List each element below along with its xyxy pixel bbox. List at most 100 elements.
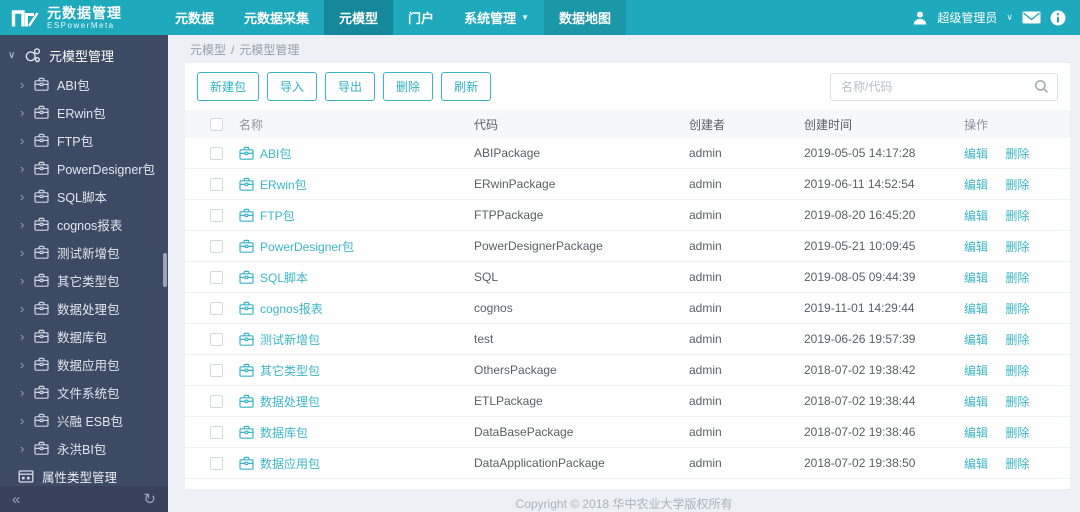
edit-link[interactable]: 编辑: [964, 209, 988, 223]
package-name-link[interactable]: PowerDesigner包: [260, 238, 354, 255]
delete-link[interactable]: 删除: [1005, 457, 1029, 471]
toolbar-button-5[interactable]: 刷新: [441, 72, 492, 101]
edit-link[interactable]: 编辑: [964, 395, 988, 409]
chevron-right-icon: ›: [20, 300, 25, 316]
refresh-icon[interactable]: ↻: [143, 492, 156, 507]
edit-link[interactable]: 编辑: [964, 302, 988, 316]
sidebar-item-label: 数据应用包: [57, 358, 120, 373]
delete-link[interactable]: 删除: [1005, 271, 1029, 285]
sidebar-item-label: 测试新增包: [57, 246, 120, 261]
collapse-sidebar-icon[interactable]: «: [12, 492, 20, 507]
row-checkbox[interactable]: [209, 394, 223, 408]
package-name-link[interactable]: cognos报表: [260, 300, 323, 317]
user-chevron-down-icon[interactable]: ∨: [1006, 12, 1013, 23]
chevron-right-icon: ›: [20, 356, 25, 372]
edit-link[interactable]: 编辑: [964, 333, 988, 347]
sidebar-item-9[interactable]: › 数据处理包: [0, 294, 168, 322]
row-checkbox[interactable]: [209, 363, 223, 377]
delete-link[interactable]: 删除: [1005, 209, 1029, 223]
nav-item-label: 系统管理: [464, 11, 517, 26]
delete-link[interactable]: 删除: [1005, 364, 1029, 378]
edit-link[interactable]: 编辑: [964, 178, 988, 192]
mail-icon[interactable]: [1022, 10, 1041, 25]
nav-item-label: 门户: [408, 11, 435, 26]
row-checkbox[interactable]: [209, 146, 223, 160]
row-checkbox[interactable]: [209, 177, 223, 191]
sidebar-item-5[interactable]: › SQL脚本: [0, 182, 168, 210]
package-icon: [239, 208, 254, 222]
edit-link[interactable]: 编辑: [964, 364, 988, 378]
sidebar-item-12[interactable]: › 文件系统包: [0, 378, 168, 406]
edit-link[interactable]: 编辑: [964, 271, 988, 285]
row-checkbox[interactable]: [209, 270, 223, 284]
sidebar-root-item[interactable]: ∨ 元模型管理: [0, 40, 168, 70]
nav-item-5[interactable]: 系统管理 ▼: [449, 0, 544, 35]
package-name-link[interactable]: 测试新增包: [260, 331, 320, 348]
delete-link[interactable]: 删除: [1005, 426, 1029, 440]
breadcrumb-current: 元模型管理: [239, 43, 300, 57]
delete-link[interactable]: 删除: [1005, 240, 1029, 254]
package-name-link[interactable]: 数据库包: [260, 424, 308, 441]
delete-link[interactable]: 删除: [1005, 302, 1029, 316]
sidebar-item-7[interactable]: › 测试新增包: [0, 238, 168, 266]
sidebar-item-1[interactable]: › ABI包: [0, 70, 168, 98]
package-name-link[interactable]: 数据处理包: [260, 393, 320, 410]
sidebar-scrollbar[interactable]: [163, 253, 167, 287]
row-checkbox[interactable]: [209, 301, 223, 315]
col-name: 名称: [239, 117, 264, 132]
package-name-link[interactable]: 其它类型包: [260, 362, 320, 379]
sidebar-item-11[interactable]: › 数据应用包: [0, 350, 168, 378]
row-checkbox[interactable]: [209, 456, 223, 470]
sidebar-item-3[interactable]: › FTP包: [0, 126, 168, 154]
delete-link[interactable]: 删除: [1005, 147, 1029, 161]
package-created-time: 2019-08-20 16:45:20: [804, 208, 916, 222]
edit-link[interactable]: 编辑: [964, 147, 988, 161]
info-icon[interactable]: [1050, 10, 1066, 26]
sidebar-item-label: 数据处理包: [57, 302, 120, 317]
edit-link[interactable]: 编辑: [964, 426, 988, 440]
package-name-link[interactable]: 数据应用包: [260, 455, 320, 472]
toolbar-button-4[interactable]: 删除: [383, 72, 434, 101]
select-all-checkbox[interactable]: [209, 117, 223, 131]
toolbar-button-2[interactable]: 导入: [267, 72, 318, 101]
sidebar-item-label: ERwin包: [57, 106, 106, 121]
row-checkbox[interactable]: [209, 425, 223, 439]
package-name-link[interactable]: SQL脚本: [260, 269, 308, 286]
sidebar: ∨ 元模型管理 › ABI包 › ERwin包 › FTP包 › PowerDe…: [0, 35, 168, 512]
sidebar-item-14[interactable]: › 永洪BI包: [0, 434, 168, 462]
nav-item-2[interactable]: 元数据采集: [229, 0, 324, 35]
package-list-card: 新建包 导入 导出 删除 刷新 名称/代码 名称 代码 创建者 创建时间 操作 …: [185, 63, 1070, 489]
row-checkbox[interactable]: [209, 332, 223, 346]
sidebar-item-2[interactable]: › ERwin包: [0, 98, 168, 126]
delete-link[interactable]: 删除: [1005, 178, 1029, 192]
package-name-link[interactable]: ERwin包: [260, 176, 307, 193]
package-name-link[interactable]: ABI包: [260, 145, 291, 162]
nav-item-3[interactable]: 元模型: [324, 0, 394, 35]
delete-link[interactable]: 删除: [1005, 395, 1029, 409]
username[interactable]: 超级管理员: [937, 9, 997, 26]
row-checkbox[interactable]: [209, 239, 223, 253]
navbar-user-area: 超级管理员 ∨: [912, 0, 1080, 35]
toolbar-button-1[interactable]: 新建包: [197, 72, 260, 101]
sidebar-item-label: FTP包: [57, 134, 94, 149]
nav-item-1[interactable]: 元数据: [160, 0, 229, 35]
sidebar-item-10[interactable]: › 数据库包: [0, 322, 168, 350]
search-input[interactable]: [830, 72, 1058, 101]
edit-link[interactable]: 编辑: [964, 240, 988, 254]
nav-item-6[interactable]: 数据地图: [544, 0, 627, 35]
delete-link[interactable]: 删除: [1005, 333, 1029, 347]
package-code: PowerDesignerPackage: [474, 239, 603, 253]
chevron-right-icon: ›: [20, 272, 25, 288]
search-icon[interactable]: [1034, 79, 1049, 97]
breadcrumb-parent[interactable]: 元模型: [190, 43, 226, 57]
nav-item-label: 数据地图: [559, 11, 612, 26]
nav-item-4[interactable]: 门户: [393, 0, 449, 35]
sidebar-item-4[interactable]: › PowerDesigner包: [0, 154, 168, 182]
sidebar-item-13[interactable]: › 兴融 ESB包: [0, 406, 168, 434]
package-name-link[interactable]: FTP包: [260, 207, 295, 224]
row-checkbox[interactable]: [209, 208, 223, 222]
sidebar-item-6[interactable]: › cognos报表: [0, 210, 168, 238]
toolbar-button-3[interactable]: 导出: [325, 72, 376, 101]
sidebar-item-8[interactable]: › 其它类型包: [0, 266, 168, 294]
edit-link[interactable]: 编辑: [964, 457, 988, 471]
